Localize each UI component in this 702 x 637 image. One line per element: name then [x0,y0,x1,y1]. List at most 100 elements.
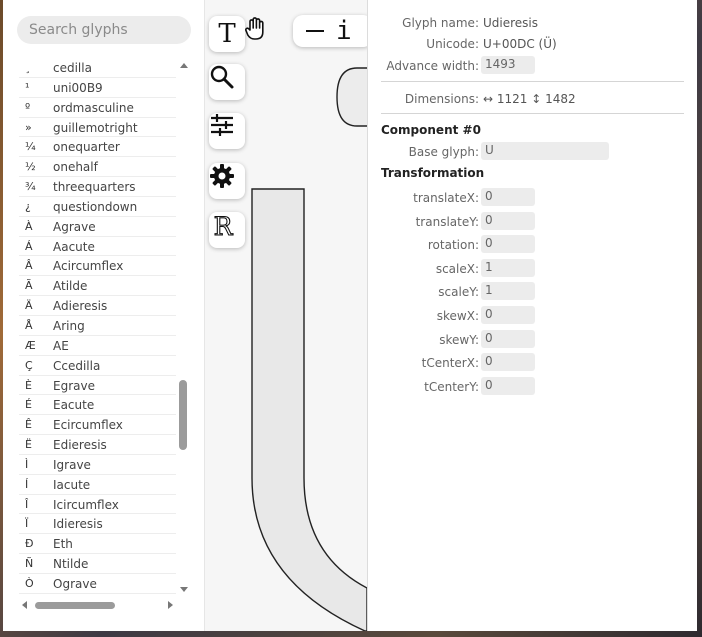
glyph-char: È [25,378,32,392]
glyph-char: Ë [25,438,32,452]
glyph-list-item[interactable]: Ñ Ntilde [19,554,176,574]
transform-label: translateY: [415,214,479,229]
dimensions-label: Dimensions: [404,92,479,106]
hand-icon [245,17,264,40]
glyph-list-item[interactable]: º ordmasculine [19,98,176,118]
transform-label: tCenterY: [424,379,479,394]
glyph-name: Egrave [53,378,95,393]
transform-field[interactable]: 0 [481,211,535,230]
glyph-char: » [25,120,32,134]
transform-field[interactable]: 0 [481,235,535,254]
glyph-list-item[interactable]: Ä Adieresis [19,296,176,316]
glyph-name: Ccedilla [53,358,101,373]
horizontal-scrollbar[interactable] [19,598,176,612]
unicode-value: U+00DC (Ü) [483,37,557,51]
vertical-scroll-thumb[interactable] [179,380,187,450]
transform-label: scaleX: [435,261,479,276]
glyph-list-item[interactable]: ¾ threequarters [19,177,176,197]
scroll-right-icon[interactable] [168,601,173,609]
transform-field[interactable]: 0 [481,353,535,372]
glyph-list-item[interactable]: Ç Ccedilla [19,356,176,376]
info-icon[interactable]: i [336,18,352,44]
zoom-tool-button[interactable] [209,64,245,100]
glyph-char: Â [25,259,33,273]
text-tool-icon: T [218,19,236,49]
glyph-list-item[interactable]: Ë Edieresis [19,435,176,455]
scroll-down-icon[interactable] [180,587,188,592]
horizontal-scroll-thumb[interactable] [35,602,115,609]
glyph-list: ¸ cedilla ¹ uni00B9 º ordmasculine » guillemotr… [19,58,176,598]
glyph-name-value: Udieresis [483,16,539,30]
transformation-heading: Transformation [381,166,485,180]
glyph-canvas[interactable]: T i R [205,0,367,631]
transform-label: skewY: [439,332,479,347]
hand-tool-button[interactable] [243,16,277,52]
glyph-list-item[interactable]: ¸ cedilla [19,58,176,78]
glyph-char: Ñ [25,557,34,571]
glyph-list-item[interactable]: Ã Atilde [19,276,176,297]
glyph-char: Ï [25,517,29,531]
glyph-list-item[interactable]: ¼ onequarter [19,137,176,158]
text-tool-button[interactable]: T [209,16,245,52]
glyph-char: ¹ [25,80,30,94]
glyph-list-item[interactable]: Å Aring [19,316,176,336]
glyph-list-item[interactable]: È Egrave [19,376,176,396]
zoom-info-pill: i [293,15,367,47]
glyph-list-item[interactable]: Â Acircumflex [19,256,176,277]
glyph-list-item[interactable]: Ð Eth [19,534,176,555]
glyph-name: AE [53,338,69,353]
transform-field[interactable]: 0 [481,188,535,206]
settings-button[interactable] [209,163,245,199]
glyph-name: Aring [53,318,85,333]
glyph-name: Ntilde [53,557,89,572]
glyph-list-item[interactable]: » guillemotright [19,118,176,138]
adjustments-button[interactable] [209,113,245,149]
transform-field[interactable]: 1 [481,258,535,277]
base-glyph-label: Base glyph: [408,145,479,159]
glyph-name: Atilde [53,279,88,294]
glyph-list-item[interactable]: ½ onehalf [19,157,176,178]
minus-icon[interactable] [306,30,324,32]
advance-width-field[interactable]: 1493 [481,56,535,74]
divider [381,81,684,82]
glyph-name: Acircumflex [53,259,124,274]
glyph-list-item[interactable]: É Eacute [19,395,176,416]
vertical-scrollbar[interactable] [177,58,191,598]
base-glyph-field[interactable]: U [481,142,609,160]
glyph-name: threequarters [53,180,136,195]
transform-field[interactable]: 1 [481,282,535,301]
glyph-list-item[interactable]: ¿ questiondown [19,197,176,217]
reference-font-button[interactable]: R [209,212,245,248]
glyph-list-item[interactable]: Ê Ecircumflex [19,415,176,436]
glyph-char: Ã [25,279,33,293]
sliders-icon [211,114,233,136]
app-window: ¸ cedilla ¹ uni00B9 º ordmasculine » guillemotr… [3,0,697,631]
glyph-name: Igrave [53,457,91,472]
glyph-name: Ograve [53,576,97,591]
glyph-char: Ê [25,418,32,432]
glyph-list-item[interactable]: À Agrave [19,217,176,237]
transform-field[interactable]: 0 [481,376,535,395]
glyph-list-item[interactable]: Ì Igrave [19,455,176,475]
component-heading: Component #0 [381,123,481,137]
transform-field[interactable]: 0 [481,306,535,324]
glyph-list-item[interactable]: Î Icircumflex [19,495,176,515]
scroll-left-icon[interactable] [22,601,27,609]
transform-label: scaleY: [438,285,479,300]
glyph-list-item[interactable]: Ï Idieresis [19,514,176,535]
glyph-name-label: Glyph name: [402,16,479,30]
glyph-char: Ì [25,457,29,471]
glyph-char: Ä [25,299,33,313]
glyph-name: Idieresis [53,517,103,532]
transform-field[interactable]: 0 [481,329,535,348]
glyph-list-item[interactable]: Æ AE [19,336,176,356]
glyph-char: Î [25,497,29,511]
glyph-char: ¼ [25,140,36,154]
unicode-label: Unicode: [426,37,479,51]
search-input[interactable] [17,16,191,44]
glyph-list-item[interactable]: Ò Ograve [19,574,176,594]
glyph-list-item[interactable]: ¹ uni00B9 [19,78,176,98]
glyph-list-item[interactable]: Á Aacute [19,237,176,257]
glyph-list-item[interactable]: Í Iacute [19,475,176,495]
scroll-up-icon[interactable] [180,63,188,68]
